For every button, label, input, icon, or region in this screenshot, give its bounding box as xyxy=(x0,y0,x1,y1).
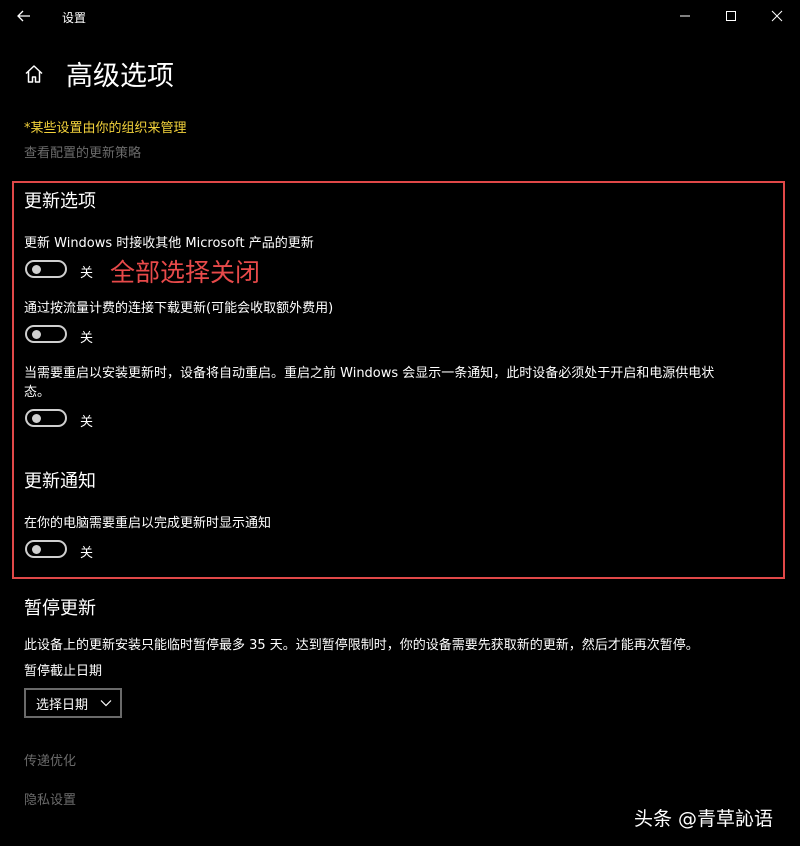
dropdown-value: 选择日期 xyxy=(36,697,89,713)
toggle-knob xyxy=(32,545,41,554)
annotation-text: 全部选择关闭 xyxy=(110,258,261,287)
option-label-metered: 通过按流量计费的连接下载更新(可能会收取额外费用) xyxy=(24,301,334,316)
pause-date-dropdown[interactable]: 选择日期 xyxy=(24,688,122,718)
back-arrow-icon xyxy=(17,10,30,22)
toggle-state-label: 关 xyxy=(80,546,94,561)
maximize-button[interactable] xyxy=(708,0,754,32)
pause-date-label: 暂停截止日期 xyxy=(24,664,103,679)
option-label-auto-restart-cont: 态。 xyxy=(24,385,51,400)
minimize-button[interactable] xyxy=(662,0,708,32)
toggle-knob xyxy=(32,330,41,339)
toggle-state-label: 关 xyxy=(80,331,94,346)
toggle-knob xyxy=(32,414,41,423)
toggle-state-label: 关 xyxy=(80,266,94,281)
pause-updates-heading: 暂停更新 xyxy=(24,598,96,619)
toggle-auto-restart[interactable] xyxy=(25,409,67,427)
home-button[interactable] xyxy=(22,62,46,86)
option-label-other-products: 更新 Windows 时接收其他 Microsoft 产品的更新 xyxy=(24,236,314,251)
minimize-icon xyxy=(680,15,690,17)
update-notifications-heading: 更新通知 xyxy=(24,471,96,492)
close-icon xyxy=(771,10,783,22)
toggle-knob xyxy=(32,265,41,274)
delivery-optimization-link[interactable]: 传递优化 xyxy=(24,750,76,769)
watermark: 头条 @青草訫语 xyxy=(634,808,774,830)
option-label-auto-restart: 当需要重启以安装更新时，设备将自动重启。重启之前 Windows 会显示一条通知… xyxy=(24,366,715,381)
privacy-settings-link[interactable]: 隐私设置 xyxy=(24,789,76,808)
page-title: 高级选项 xyxy=(66,61,174,92)
back-button[interactable] xyxy=(12,5,36,27)
pause-updates-description: 此设备上的更新安装只能临时暂停最多 35 天。达到暂停限制时，你的设备需要先获取… xyxy=(24,638,699,653)
toggle-state-label: 关 xyxy=(80,415,94,430)
option-label-restart-notification: 在你的电脑需要重启以完成更新时显示通知 xyxy=(24,516,272,531)
toggle-other-products[interactable] xyxy=(25,260,67,278)
toggle-restart-notification[interactable] xyxy=(25,540,67,558)
maximize-icon xyxy=(726,11,736,21)
window-title: 设置 xyxy=(62,11,87,25)
toggle-metered-download[interactable] xyxy=(25,325,67,343)
chevron-down-icon xyxy=(100,700,112,707)
home-icon xyxy=(25,65,43,83)
update-options-heading: 更新选项 xyxy=(24,191,96,212)
close-button[interactable] xyxy=(754,0,800,32)
view-policies-link[interactable]: 查看配置的更新策略 xyxy=(24,142,141,161)
title-bar: 设置 xyxy=(0,0,800,32)
org-managed-note: *某些设置由你的组织来管理 xyxy=(24,121,187,136)
